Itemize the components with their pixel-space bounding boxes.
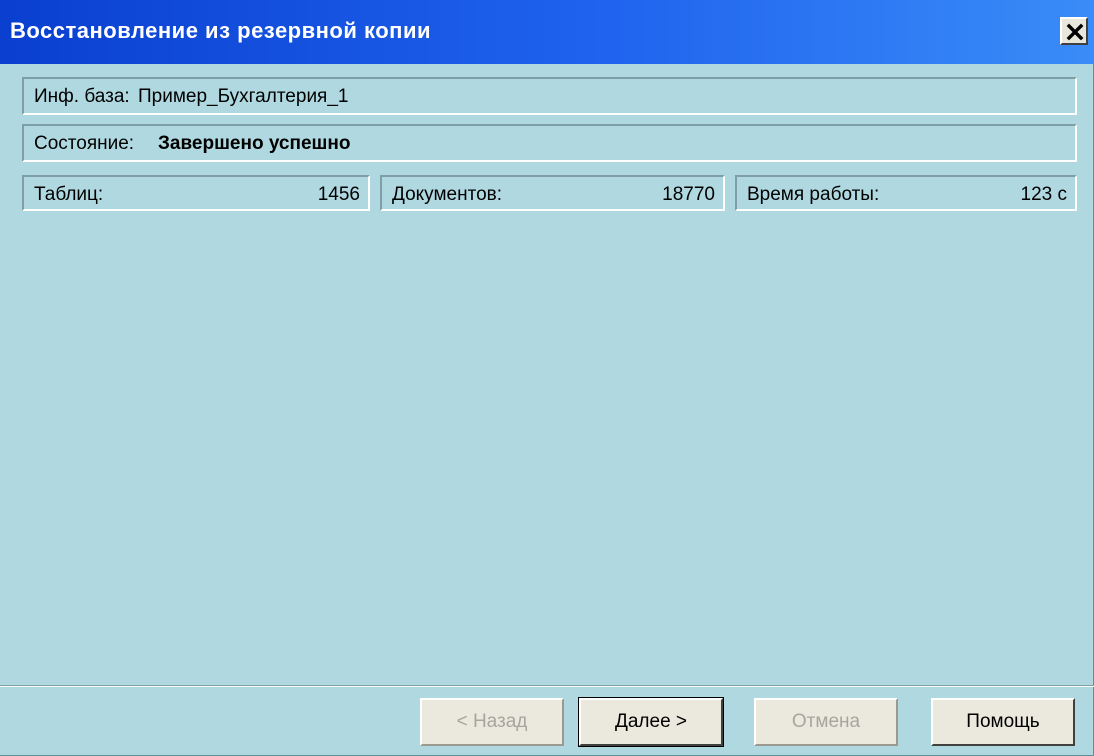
infobase-value: Пример_Бухгалтерия_1 xyxy=(138,86,349,107)
back-button[interactable]: < Назад xyxy=(420,698,564,746)
infobase-label: Инф. база: xyxy=(34,86,130,107)
next-button[interactable]: Далее > xyxy=(578,697,724,747)
time-value: 123 с xyxy=(1020,184,1067,205)
window-title: Восстановление из резервной копии xyxy=(10,18,432,43)
infobase-panel: Инф. база: Пример_Бухгалтерия_1 xyxy=(22,77,1077,115)
cancel-button[interactable]: Отмена xyxy=(754,698,898,746)
help-button[interactable]: Помощь xyxy=(931,698,1075,746)
state-label: Состояние: xyxy=(34,133,135,154)
state-value: Завершено успешно xyxy=(158,133,351,154)
documents-label: Документов: xyxy=(392,184,503,205)
tables-value: 1456 xyxy=(317,184,360,205)
documents-panel: Документов: 18770 xyxy=(380,175,725,211)
time-panel: Время работы: 123 с xyxy=(735,175,1077,211)
documents-value: 18770 xyxy=(662,184,715,205)
title-bar[interactable]: Восстановление из резервной копии xyxy=(0,0,1094,64)
tables-label: Таблиц: xyxy=(34,184,104,205)
state-panel: Состояние: Завершено успешно xyxy=(22,124,1077,162)
footer-divider-highlight xyxy=(0,686,1094,687)
time-label: Время работы: xyxy=(747,184,880,205)
close-button[interactable] xyxy=(1060,17,1088,45)
restore-dialog: Восстановление из резервной копии Инф. б… xyxy=(0,0,1094,756)
tables-panel: Таблиц: 1456 xyxy=(22,175,370,211)
